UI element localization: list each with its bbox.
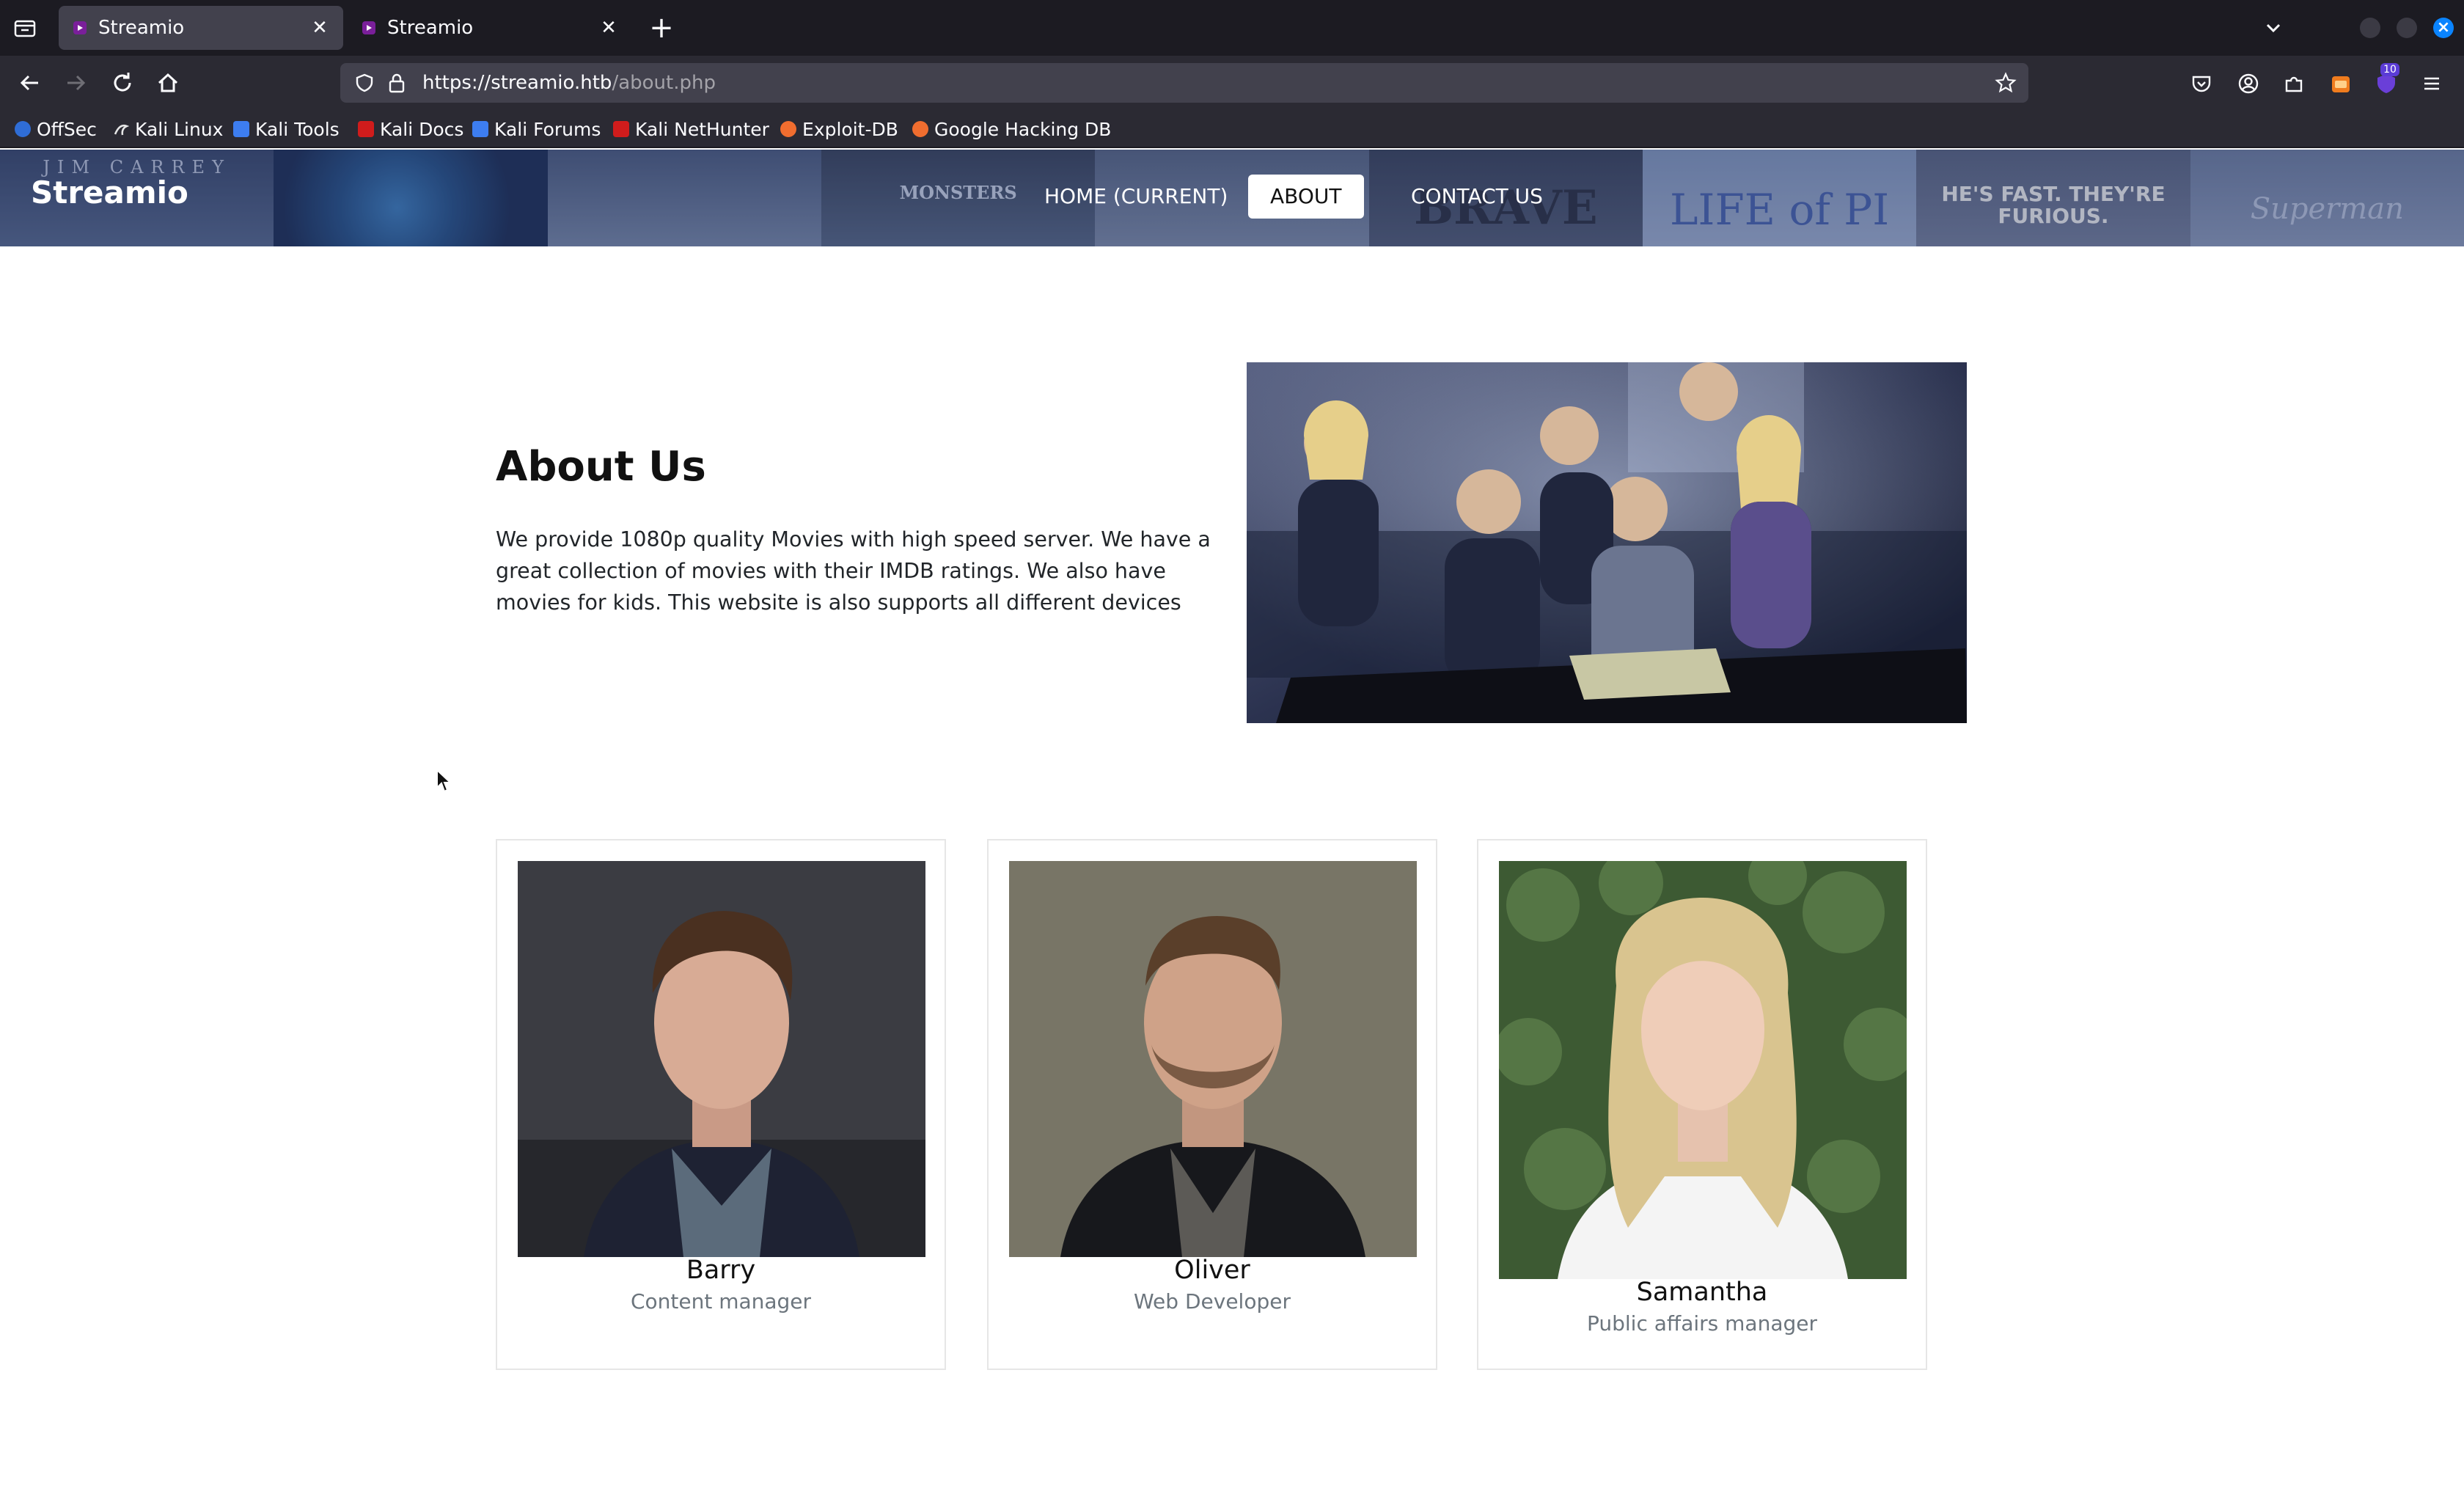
browser-toolbar: https://streamio.htb/about.php 10 [0, 56, 2464, 110]
bookmark-kali-tools[interactable]: Kali Tools [233, 117, 340, 141]
bookmark-offsec[interactable]: OffSec [15, 117, 97, 141]
bookmark-label: Kali Forums [494, 118, 601, 140]
address-bar[interactable]: https://streamio.htb/about.php [340, 63, 2028, 103]
bookmark-label: Kali Tools [255, 118, 340, 140]
bookmark-label: OffSec [37, 118, 97, 140]
team-role: Web Developer [1134, 1289, 1291, 1314]
url-text[interactable]: https://streamio.htb/about.php [422, 72, 716, 94]
tab-list-icon[interactable] [12, 15, 38, 41]
browser-tab-2[interactable]: Streamio ✕ [348, 6, 632, 50]
url-path: /about.php [612, 72, 716, 94]
web-page: JIM CARREY MONSTERS BRAVE LIFE of PI HE'… [0, 150, 2464, 1502]
maximize-window-button[interactable] [2397, 18, 2417, 38]
pocket-icon[interactable] [2190, 72, 2213, 95]
hamburger-menu-icon[interactable] [2420, 72, 2443, 95]
streamio-favicon-icon [73, 21, 87, 34]
kali-tools-icon [233, 121, 249, 137]
bookmark-kali-linux[interactable]: Kali Linux [113, 117, 223, 141]
forward-button[interactable] [62, 69, 89, 97]
nav-about[interactable]: ABOUT [1248, 175, 1364, 219]
team-card-oliver: Oliver Web Developer [987, 839, 1437, 1370]
bookmark-exploit-db[interactable]: Exploit-DB [780, 117, 898, 141]
home-icon[interactable] [154, 69, 182, 97]
minimize-window-button[interactable] [2360, 18, 2380, 38]
team-card-samantha: Samantha Public affairs manager [1477, 839, 1927, 1370]
reload-icon[interactable] [109, 69, 136, 97]
nav-home[interactable]: HOME (CURRENT) [1022, 175, 1250, 219]
close-window-button[interactable]: × [2433, 18, 2454, 38]
kali-dragon-icon [113, 121, 130, 137]
account-icon[interactable] [2237, 72, 2260, 95]
mouse-cursor-icon [436, 768, 452, 794]
extension-badge: 10 [2380, 63, 2399, 76]
bookmark-label: Google Hacking DB [934, 118, 1112, 140]
close-tab-icon[interactable]: ✕ [598, 18, 619, 38]
bookmark-label: Kali Docs [380, 118, 464, 140]
team-card-barry: Barry Content manager [496, 839, 946, 1370]
offsec-icon [15, 121, 31, 137]
close-tab-icon[interactable]: ✕ [309, 18, 330, 38]
hero-image [1247, 362, 1967, 723]
about-title: About Us [496, 443, 706, 491]
nav-contact[interactable]: CONTACT US [1389, 175, 1565, 219]
bookmark-google-hacking-db[interactable]: Google Hacking DB [912, 117, 1111, 141]
about-description: We provide 1080p quality Movies with hig… [496, 527, 1211, 615]
kali-nethunter-icon [613, 121, 629, 137]
team-role: Public affairs manager [1586, 1311, 1817, 1336]
team-name: Samantha [1636, 1278, 1768, 1307]
oliver-photo [1009, 861, 1417, 1257]
team-role: Content manager [630, 1289, 812, 1314]
streamio-favicon-icon [362, 21, 375, 34]
team-name: Oliver [1174, 1256, 1250, 1285]
bookmark-star-icon[interactable] [1995, 72, 2017, 94]
ghdb-icon [912, 121, 928, 137]
bookmark-kali-docs[interactable]: Kali Docs [358, 117, 463, 141]
chevron-down-icon[interactable] [2262, 16, 2285, 40]
bookmark-label: Exploit-DB [802, 118, 898, 140]
browser-tab-1[interactable]: Streamio ✕ [59, 6, 343, 50]
kali-forums-icon [472, 121, 488, 137]
new-tab-button[interactable]: + [645, 12, 678, 44]
bookmark-label: Kali NetHunter [635, 118, 769, 140]
url-host: https://streamio.htb [422, 72, 612, 94]
barry-photo [518, 861, 925, 1257]
bookmark-kali-forums[interactable]: Kali Forums [472, 117, 601, 141]
tab-title: Streamio [387, 17, 474, 39]
exploit-db-icon [780, 121, 796, 137]
tracking-protection-shield-icon[interactable] [355, 73, 374, 92]
burp-extension-icon[interactable] [2329, 72, 2353, 95]
tab-title: Streamio [98, 17, 185, 39]
bookmarks-toolbar: OffSec Kali Linux Kali Tools Kali Docs K… [0, 110, 2464, 148]
site-brand[interactable]: Streamio [31, 175, 188, 210]
browser-tab-bar: Streamio ✕ Streamio ✕ + × [0, 0, 2464, 56]
close-icon: × [2436, 18, 2451, 37]
team-name: Barry [686, 1256, 756, 1285]
extensions-puzzle-icon[interactable] [2282, 72, 2306, 95]
lock-icon[interactable] [387, 72, 406, 94]
kali-docs-icon [358, 121, 374, 137]
site-header: JIM CARREY MONSTERS BRAVE LIFE of PI HE'… [0, 150, 2464, 246]
bookmark-label: Kali Linux [135, 118, 224, 140]
bookmark-kali-nethunter[interactable]: Kali NetHunter [613, 117, 769, 141]
samantha-photo [1499, 861, 1907, 1279]
back-button[interactable] [16, 69, 44, 97]
